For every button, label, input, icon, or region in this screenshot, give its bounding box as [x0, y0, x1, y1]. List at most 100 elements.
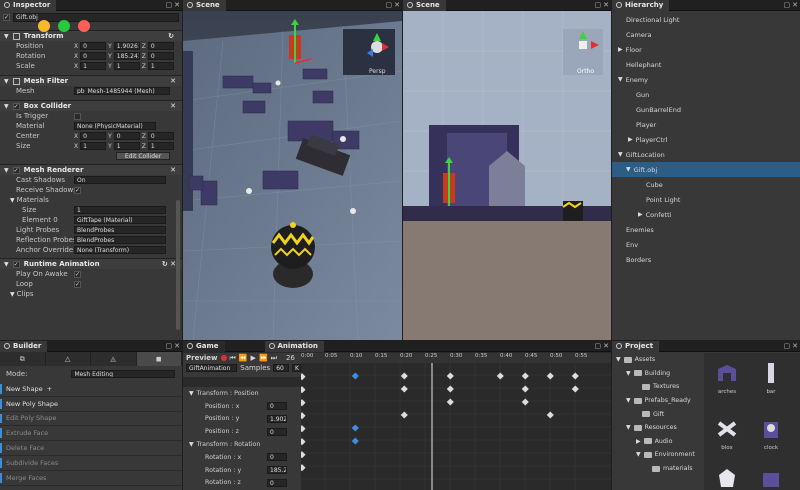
folder-item[interactable]: ▼ Building: [612, 367, 704, 381]
material-field[interactable]: None (PhysicMaterial): [74, 122, 156, 130]
property-row[interactable]: Position : x 0: [183, 400, 301, 413]
collapse-icon[interactable]: ▼: [636, 451, 641, 458]
cast-shadows-dropdown[interactable]: On: [74, 176, 166, 184]
keyframe-grid[interactable]: [301, 363, 611, 490]
edge-mode-icon[interactable]: ◬: [91, 352, 137, 366]
maximize-icon[interactable]: ▢: [784, 342, 791, 350]
hierarchy-item[interactable]: Camera: [612, 27, 800, 42]
asset-item[interactable]: bar: [754, 361, 788, 395]
scene-view-persp[interactable]: Scene ▢ ✕ Persp: [183, 0, 402, 340]
new-shape-button[interactable]: New Shape +: [0, 382, 182, 397]
expand-icon[interactable]: ▶: [628, 136, 633, 143]
collapse-icon[interactable]: ▼: [4, 103, 9, 110]
is-trigger-checkbox[interactable]: [74, 112, 81, 120]
preview-button[interactable]: Preview: [186, 354, 218, 362]
collapse-icon[interactable]: ▼: [189, 441, 194, 448]
close-icon[interactable]: ✕: [603, 342, 609, 350]
collapse-icon[interactable]: ▼: [618, 76, 623, 83]
materials-size-field[interactable]: 1: [74, 206, 166, 214]
tab-project[interactable]: Project: [612, 341, 660, 352]
position-y-field[interactable]: 1.90261: [113, 42, 140, 50]
collapse-icon[interactable]: ▼: [4, 78, 9, 85]
rotation-z-field[interactable]: 0: [147, 52, 174, 60]
asset-item[interactable]: arches: [710, 361, 744, 395]
remove-component-icon[interactable]: ✕: [170, 166, 176, 174]
delete-face-button[interactable]: Delete Face: [0, 441, 182, 456]
mesh-field[interactable]: pb_Mesh-1485944 (Mesh): [74, 87, 170, 95]
box-collider-header[interactable]: ▼ ✓ Box Collider ✕: [0, 100, 182, 111]
next-frame-icon[interactable]: ⏩: [259, 354, 268, 362]
folder-item[interactable]: ▼ Resources: [612, 421, 704, 435]
edit-collider-button[interactable]: Edit Collider: [116, 152, 170, 160]
center-y-field[interactable]: 0: [113, 132, 140, 140]
object-mode-icon[interactable]: ⧉: [0, 352, 46, 366]
enabled-checkbox[interactable]: ✓: [12, 166, 20, 174]
timeline[interactable]: 0:00 0:05 0:10 0:15 0:20 0:25 0:30 0:35 …: [301, 353, 611, 490]
samples-field[interactable]: 60: [273, 364, 290, 372]
scene-view-ortho[interactable]: Scene ▢ ✕ Ortho: [403, 0, 611, 340]
hierarchy-item[interactable]: ▼ GiftLocation: [612, 147, 800, 162]
receive-shadows-checkbox[interactable]: ✓: [74, 186, 81, 194]
tab-scene[interactable]: Scene: [183, 0, 226, 11]
asset-item[interactable]: clock: [754, 417, 788, 451]
center-z-field[interactable]: 0: [147, 132, 174, 140]
folder-item[interactable]: Gift: [612, 407, 704, 421]
hierarchy-item[interactable]: Gun: [612, 87, 800, 102]
remove-component-icon[interactable]: ✕: [170, 77, 176, 85]
maximize-icon[interactable]: ▢: [166, 1, 173, 9]
property-value[interactable]: 0: [267, 478, 287, 487]
expand-icon[interactable]: ▼: [10, 197, 15, 204]
size-x-field[interactable]: 1: [80, 142, 107, 150]
add-keyframe-button[interactable]: K: [292, 364, 301, 372]
hierarchy-item-selected[interactable]: ▼ Gift.obj: [612, 162, 800, 177]
reset-icon[interactable]: ↻: [168, 32, 174, 40]
property-value[interactable]: 185.24: [267, 466, 287, 475]
asset-item[interactable]: [710, 465, 744, 490]
active-checkbox[interactable]: ✓: [3, 14, 10, 21]
collapse-icon[interactable]: ▼: [4, 167, 9, 174]
collapse-icon[interactable]: ▼: [616, 356, 621, 363]
edit-poly-shape-button[interactable]: Edit Poly Shape: [0, 412, 182, 427]
property-group[interactable]: ▼ Transform : Rotation: [183, 438, 301, 451]
subdivide-faces-button[interactable]: Subdivide Faces: [0, 456, 182, 471]
close-dot[interactable]: [78, 20, 90, 32]
collapse-icon[interactable]: ▼: [4, 33, 9, 40]
hierarchy-item[interactable]: Hellephant: [612, 57, 800, 72]
center-x-field[interactable]: 0: [80, 132, 107, 140]
play-on-awake-checkbox[interactable]: ✓: [74, 270, 81, 278]
scale-x-field[interactable]: 1: [80, 62, 107, 70]
tab-inspector[interactable]: Inspector: [0, 0, 57, 11]
close-icon[interactable]: ✕: [174, 342, 180, 350]
zoom-dot[interactable]: [58, 20, 70, 32]
expand-icon[interactable]: ▼: [10, 291, 15, 298]
frame-field[interactable]: 26: [286, 354, 295, 362]
hierarchy-item[interactable]: ▶ Floor: [612, 42, 800, 57]
hierarchy-item[interactable]: Directional Light: [612, 12, 800, 27]
property-value[interactable]: 0: [267, 427, 287, 436]
prev-frame-icon[interactable]: ⏪: [239, 354, 248, 362]
property-row[interactable]: Position : y 1.9026: [183, 413, 301, 426]
hierarchy-item[interactable]: Borders: [612, 252, 800, 267]
scene1-viewport[interactable]: Persp: [183, 11, 402, 340]
property-row[interactable]: Rotation : z 0: [183, 477, 301, 490]
maximize-icon[interactable]: ▢: [386, 1, 393, 9]
property-value[interactable]: 1.9026: [267, 414, 287, 423]
tab-builder[interactable]: Builder: [0, 341, 48, 352]
close-icon[interactable]: ✕: [394, 1, 400, 9]
collapse-icon[interactable]: ▼: [626, 397, 631, 404]
collapse-icon[interactable]: ▼: [626, 370, 631, 377]
collapse-icon[interactable]: ▼: [189, 390, 194, 397]
collapse-icon[interactable]: ▼: [618, 151, 623, 158]
scale-y-field[interactable]: 1: [113, 62, 140, 70]
position-x-field[interactable]: 0: [80, 42, 107, 50]
minimize-dot[interactable]: [38, 20, 50, 32]
expand-icon[interactable]: ▶: [618, 46, 623, 53]
enabled-checkbox[interactable]: ✓: [12, 260, 20, 268]
property-value[interactable]: 0: [267, 453, 287, 462]
property-row[interactable]: Rotation : y 185.24: [183, 464, 301, 477]
close-icon[interactable]: ✕: [603, 1, 609, 9]
close-icon[interactable]: ✕: [792, 342, 798, 350]
anchor-override-field[interactable]: None (Transform): [74, 246, 166, 254]
loop-checkbox[interactable]: ✓: [74, 280, 81, 288]
remove-component-icon[interactable]: ↻ ✕: [162, 260, 176, 268]
